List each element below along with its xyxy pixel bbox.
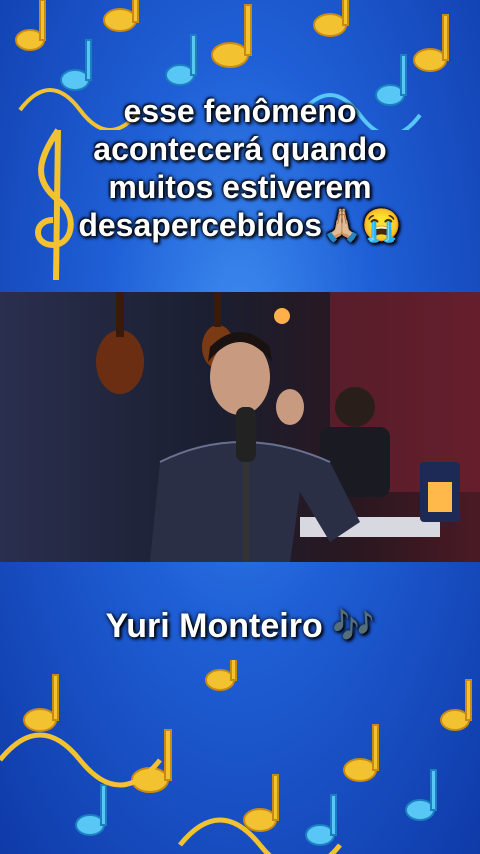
video-frame[interactable] [0, 292, 480, 562]
music-notes-bottom-decoration [0, 660, 472, 854]
singer-performing-icon [96, 292, 480, 562]
caption-text: esse fenômeno acontecerá quando muitos e… [78, 93, 402, 243]
artist-name: Yuri Monteiro 🎶 [105, 607, 375, 645]
